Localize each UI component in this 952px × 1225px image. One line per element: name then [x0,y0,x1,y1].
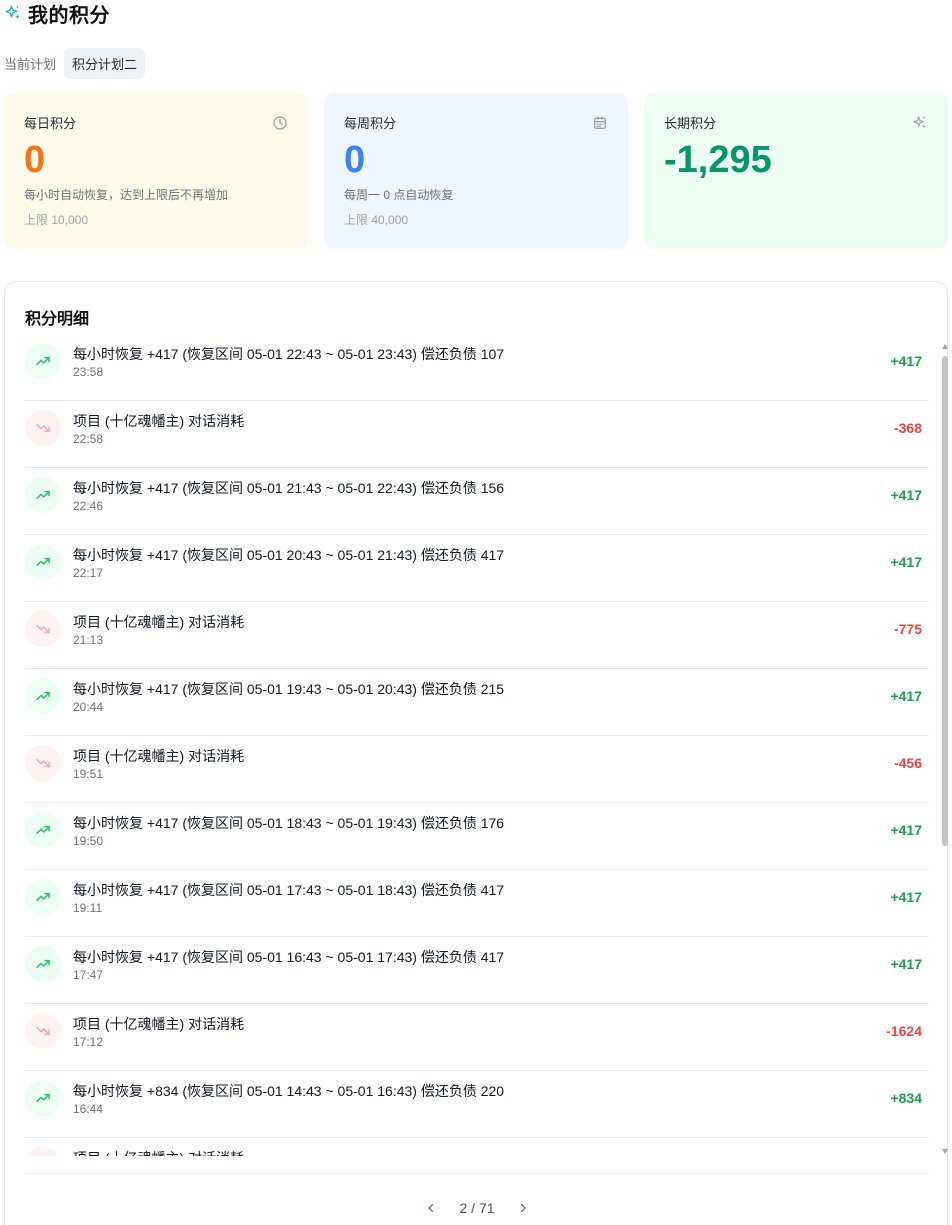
row-time: 17:12 [73,1035,104,1049]
row-description: 每小时恢复 +417 (恢复区间 05-01 18:43 ~ 05-01 19:… [73,815,505,831]
table-row: 项目 (十亿魂幡主) 对话消耗 [25,1138,929,1156]
trending-down-icon [25,1147,61,1156]
plan-chip[interactable]: 积分计划二 [64,47,146,79]
row-time: 16:44 [73,1102,104,1116]
weekly-points-limit: 上限 40,000 [344,213,409,227]
row-amount: -368 [893,420,922,436]
trending-up-icon [25,343,61,379]
row-time: 19:51 [73,767,104,781]
row-amount: +417 [890,889,922,905]
long-term-points-value: -1,295 [664,139,772,181]
row-amount: +417 [890,956,922,972]
weekly-points-desc: 每周一 0 点自动恢复 [344,188,454,202]
row-amount: +417 [890,822,922,838]
trending-up-icon [25,477,61,513]
page-title: 我的积分 [28,4,110,27]
table-row: 每小时恢复 +834 (恢复区间 05-01 14:43 ~ 05-01 16:… [25,1071,929,1138]
table-row: 项目 (十亿魂幡主) 对话消耗 21:13 -775 [25,602,929,669]
page-indicator: 2 / 71 [459,1199,495,1216]
row-time: 22:58 [73,432,104,446]
scroll-down-icon[interactable] [942,1149,948,1154]
plan-row: 当前计划 积分计划二 [4,47,146,79]
row-amount: +417 [890,353,922,369]
trending-down-icon [25,745,61,781]
daily-points-card: 每日积分 0 每小时自动恢复，达到上限后不再增加 上限 10,000 [4,93,308,249]
table-row: 项目 (十亿魂幡主) 对话消耗 17:12 -1624 [25,1004,929,1071]
row-amount: +417 [890,554,922,570]
daily-points-label: 每日积分 [24,116,77,131]
points-detail-title: 积分明细 [25,311,90,328]
row-description: 项目 (十亿魂幡主) 对话消耗 [73,748,245,764]
row-description: 每小时恢复 +417 (恢复区间 05-01 16:43 ~ 05-01 17:… [73,949,505,965]
row-description: 项目 (十亿魂幡主) 对话消耗 [73,413,245,429]
trending-up-icon [25,544,61,580]
daily-points-value: 0 [24,139,46,181]
trending-up-icon [25,879,61,915]
next-page-button[interactable] [515,1200,531,1216]
prev-page-button[interactable] [423,1200,439,1216]
chevron-left-icon [428,1203,434,1212]
row-time: 19:50 [73,834,104,848]
row-amount: -775 [893,621,922,637]
clock-icon [273,116,287,130]
table-row: 每小时恢复 +417 (恢复区间 05-01 18:43 ~ 05-01 19:… [25,803,929,870]
page-header: 我的积分 [4,0,110,27]
row-amount: -456 [893,755,922,771]
trending-up-icon [25,946,61,982]
scroll-up-icon[interactable] [942,344,948,349]
points-detail-list[interactable]: 每小时恢复 +417 (恢复区间 05-01 22:43 ~ 05-01 23:… [25,334,929,1156]
long-term-points-label: 长期积分 [664,116,717,131]
row-description: 项目 (十亿魂幡主) 对话消耗 [73,614,245,630]
row-amount: +417 [890,487,922,503]
row-amount: +417 [890,688,922,704]
row-amount: -1624 [886,1023,922,1039]
trending-down-icon [25,611,61,647]
row-description: 每小时恢复 +417 (恢复区间 05-01 19:43 ~ 05-01 20:… [73,681,505,697]
plan-label: 当前计划 [4,56,57,72]
row-description: 项目 (十亿魂幡主) 对话消耗 [73,1016,245,1032]
row-time: 22:17 [73,566,104,580]
table-row: 每小时恢复 +417 (恢复区间 05-01 22:43 ~ 05-01 23:… [25,334,929,401]
table-row: 项目 (十亿魂幡主) 对话消耗 19:51 -456 [25,736,929,803]
row-description: 项目 (十亿魂幡主) 对话消耗 [73,1148,244,1156]
pagination: 2 / 71 [25,1173,929,1225]
trending-up-icon [25,1080,61,1116]
trending-up-icon [25,812,61,848]
table-row: 每小时恢复 +417 (恢复区间 05-01 21:43 ~ 05-01 22:… [25,468,929,535]
row-time: 22:46 [73,499,104,513]
list-scrollbar[interactable] [941,344,949,1154]
trending-down-icon [25,410,61,446]
row-description: 每小时恢复 +417 (恢复区间 05-01 17:43 ~ 05-01 18:… [73,882,505,898]
row-description: 每小时恢复 +834 (恢复区间 05-01 14:43 ~ 05-01 16:… [73,1083,505,1099]
scrollbar-thumb[interactable] [942,356,948,846]
row-time: 23:58 [73,365,104,379]
row-time: 21:13 [73,633,104,647]
table-row: 项目 (十亿魂幡主) 对话消耗 22:58 -368 [25,401,929,468]
weekly-points-card: 每周积分 0 每周一 0 点自动恢复 上限 40,000 [324,93,628,249]
trending-down-icon [25,1013,61,1049]
row-description: 每小时恢复 +417 (恢复区间 05-01 22:43 ~ 05-01 23:… [73,346,505,362]
row-description: 每小时恢复 +417 (恢复区间 05-01 20:43 ~ 05-01 21:… [73,547,505,563]
row-time: 17:47 [73,968,104,982]
points-detail-panel: 积分明细 每小时恢复 +417 (恢复区间 05-01 22:43 ~ 05-0… [4,281,948,1225]
table-row: 每小时恢复 +417 (恢复区间 05-01 19:43 ~ 05-01 20:… [25,669,929,736]
sparkle-icon [913,116,926,129]
weekly-points-value: 0 [344,139,366,181]
weekly-points-label: 每周积分 [344,116,397,131]
row-amount: +834 [890,1090,922,1106]
calendar-icon [594,116,606,129]
chevron-right-icon [520,1203,526,1212]
row-time: 19:11 [73,901,103,915]
table-row: 每小时恢复 +417 (恢复区间 05-01 17:43 ~ 05-01 18:… [25,870,929,937]
row-description: 每小时恢复 +417 (恢复区间 05-01 21:43 ~ 05-01 22:… [73,480,505,496]
table-row: 每小时恢复 +417 (恢复区间 05-01 20:43 ~ 05-01 21:… [25,535,929,602]
row-time: 20:44 [73,700,104,714]
daily-points-desc: 每小时自动恢复，达到上限后不再增加 [24,188,229,202]
long-term-points-card: 长期积分 -1,295 [644,93,948,249]
sparkle-icon [5,5,20,19]
trending-up-icon [25,678,61,714]
table-row: 每小时恢复 +417 (恢复区间 05-01 16:43 ~ 05-01 17:… [25,937,929,1004]
daily-points-limit: 上限 10,000 [24,213,89,227]
